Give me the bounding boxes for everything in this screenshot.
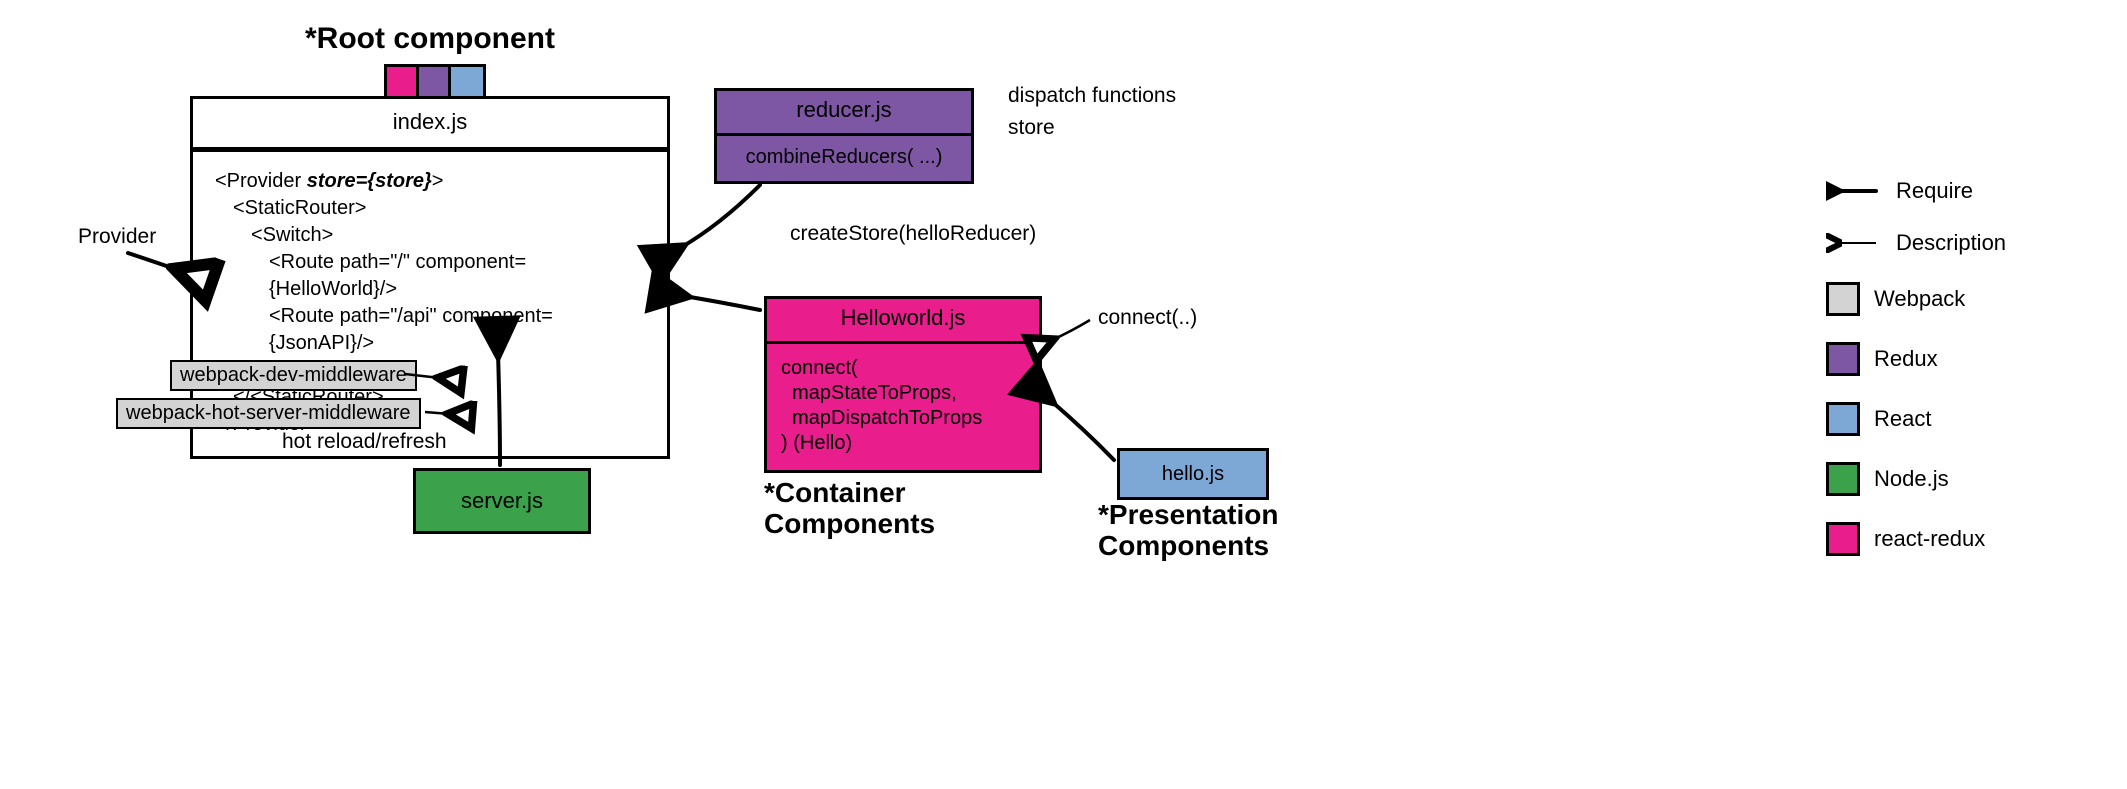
webpack-hot-server-middleware-box: webpack-hot-server-middleware <box>116 398 421 429</box>
code-l1-store: store={store} <box>307 170 432 192</box>
reducer-box-header: reducer.js <box>717 91 971 136</box>
reducer-box-body: combineReducers( ...) <box>717 136 971 181</box>
container-components-label: *Container Components <box>764 478 935 540</box>
code-l1-pre: <Provider <box>215 170 307 192</box>
code-line-4: <Route path="/" component={HelloWorld}/> <box>215 249 645 303</box>
helloworld-box-body: connect( mapStateToProps, mapDispatchToP… <box>767 344 1039 470</box>
code-line-3: <Switch> <box>215 222 645 249</box>
helloworld-box: Helloworld.js connect( mapStateToProps, … <box>764 296 1042 473</box>
swatch-react-redux-icon <box>1826 522 1860 556</box>
legend-node: Node.js <box>1826 462 2106 496</box>
connect-label: connect(..) <box>1098 306 1197 330</box>
legend-react-redux: react-redux <box>1826 522 2106 556</box>
legend-node-label: Node.js <box>1874 466 1949 492</box>
arrow-hello-to-hw <box>1050 400 1114 460</box>
legend-redux-label: Redux <box>1874 346 1938 372</box>
webpack-dev-middleware-box: webpack-dev-middleware <box>170 360 417 391</box>
diagram-canvas: *Root component index.js <Provider store… <box>0 0 2127 789</box>
arrow-hollow-icon <box>1826 233 1882 253</box>
arrow-solid-icon <box>1826 181 1882 201</box>
hot-reload-label: hot reload/refresh <box>282 430 447 454</box>
code-l1-post: > <box>432 170 444 192</box>
code-line-2: <StaticRouter> <box>215 195 645 222</box>
arrow-connect-desc <box>1052 320 1090 340</box>
dispatch-functions-label: dispatch functions <box>1008 84 1176 108</box>
store-label: store <box>1008 116 1055 140</box>
presentation-components-label: *Presentation Components <box>1098 500 1279 562</box>
legend-description: Description <box>1826 230 2106 256</box>
arrow-provider-to-index <box>128 253 178 270</box>
create-store-label: createStore(helloReducer) <box>790 222 1036 246</box>
root-component-title: *Root component <box>305 22 555 56</box>
arrow-hw-to-index <box>684 296 760 310</box>
swatch-react-icon <box>1826 402 1860 436</box>
legend-webpack: Webpack <box>1826 282 2106 316</box>
legend-react-redux-label: react-redux <box>1874 526 1985 552</box>
legend-description-label: Description <box>1896 230 2006 256</box>
legend-react-label: React <box>1874 406 1931 432</box>
swatch-webpack-icon <box>1826 282 1860 316</box>
swatch-node-icon <box>1826 462 1860 496</box>
hello-box-label: hello.js <box>1162 463 1224 486</box>
hello-box: hello.js <box>1117 448 1269 500</box>
legend-redux: Redux <box>1826 342 2106 376</box>
legend-require-label: Require <box>1896 178 1973 204</box>
legend-react: React <box>1826 402 2106 436</box>
code-line-1: <Provider store={store}> <box>215 168 645 195</box>
legend: Require Description Webpack Redux React … <box>1826 178 2106 582</box>
legend-webpack-label: Webpack <box>1874 286 1965 312</box>
helloworld-box-header: Helloworld.js <box>767 299 1039 344</box>
legend-require: Require <box>1826 178 2106 204</box>
reducer-box: reducer.js combineReducers( ...) <box>714 88 974 184</box>
server-box-label: server.js <box>461 488 543 514</box>
swatch-redux-icon <box>1826 342 1860 376</box>
server-box: server.js <box>413 468 591 534</box>
index-box-header: index.js <box>193 99 667 152</box>
arrow-reducer-to-index <box>680 185 760 248</box>
code-line-5: <Route path="/api" component={JsonAPI}/> <box>215 303 645 357</box>
provider-label: Provider <box>78 225 156 249</box>
